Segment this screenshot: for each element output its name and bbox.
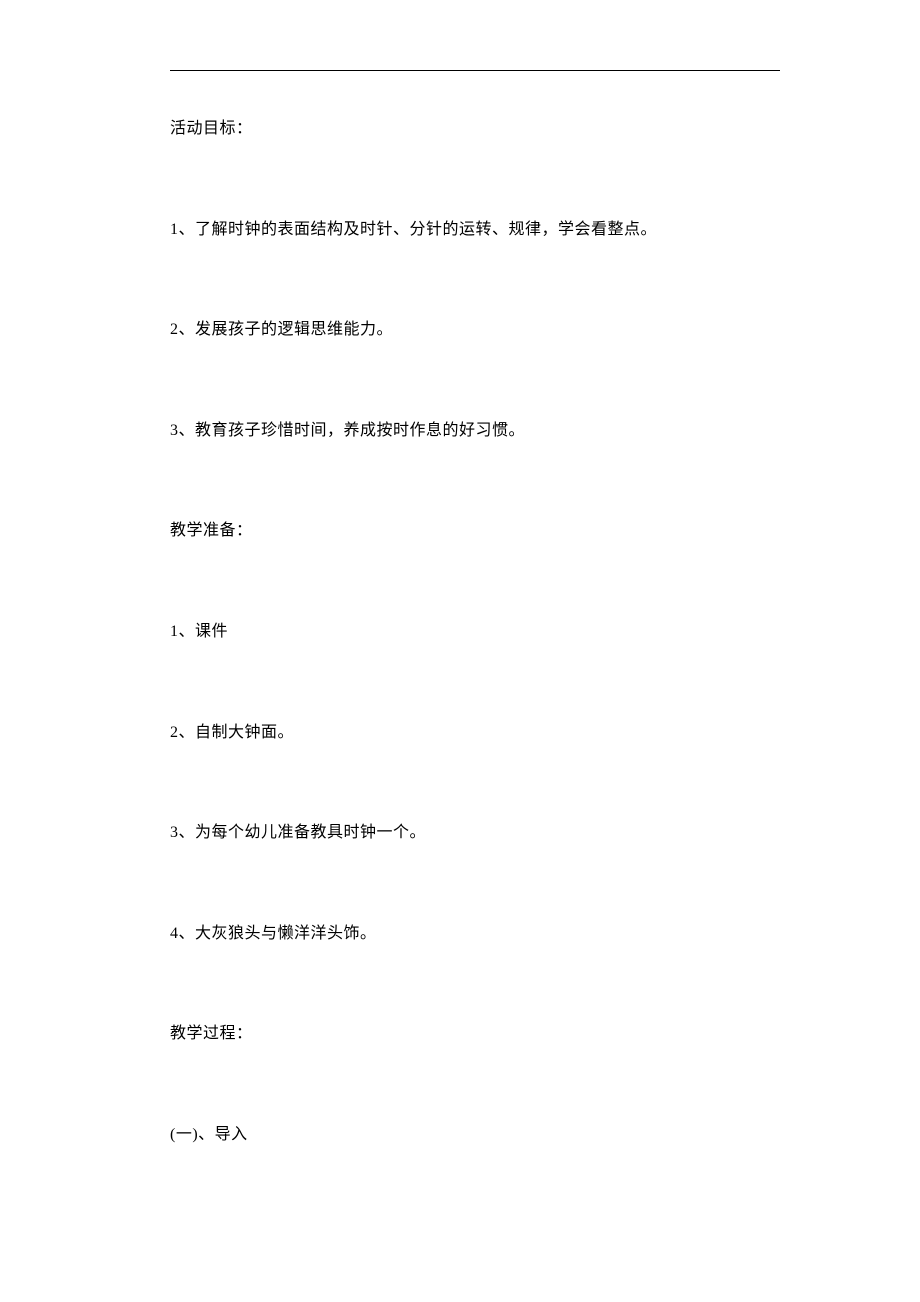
goals-item-1: 1、了解时钟的表面结构及时针、分针的运转、规律，学会看整点。 [170, 217, 780, 243]
preparation-item-3: 3、为每个幼儿准备教具时钟一个。 [170, 820, 780, 846]
preparation-item-1: 1、课件 [170, 619, 780, 645]
process-item-1: (一)、导入 [170, 1122, 780, 1148]
section-process-title: 教学过程： [170, 1021, 780, 1047]
goals-item-2: 2、发展孩子的逻辑思维能力。 [170, 317, 780, 343]
preparation-item-4: 4、大灰狼头与懒洋洋头饰。 [170, 921, 780, 947]
preparation-item-2: 2、自制大钟面。 [170, 720, 780, 746]
section-preparation-title: 教学准备： [170, 518, 780, 544]
page-container: 活动目标： 1、了解时钟的表面结构及时针、分针的运转、规律，学会看整点。 2、发… [0, 0, 920, 1283]
section-goals-title: 活动目标： [170, 116, 780, 142]
horizontal-divider [170, 70, 780, 71]
goals-item-3: 3、教育孩子珍惜时间，养成按时作息的好习惯。 [170, 418, 780, 444]
